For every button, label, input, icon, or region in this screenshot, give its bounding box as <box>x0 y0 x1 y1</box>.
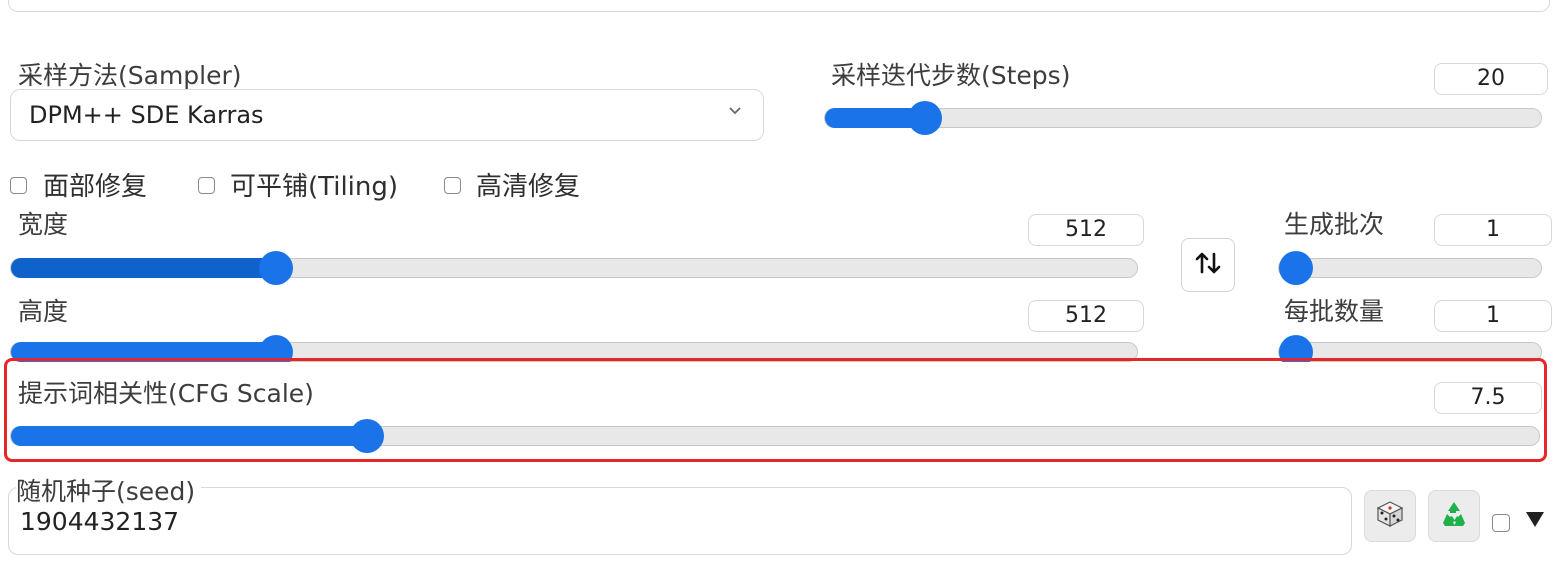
width-label: 宽度 <box>18 210 69 239</box>
batch-count-number-input[interactable]: 1 <box>1434 214 1552 246</box>
width-slider[interactable] <box>10 251 1138 285</box>
steps-slider[interactable] <box>824 101 1542 135</box>
triangle-down-icon[interactable] <box>1524 508 1546 534</box>
prompt-box-partial[interactable] <box>8 0 1550 12</box>
batch-count-slider[interactable] <box>1278 251 1542 285</box>
hires-fix-checkbox[interactable] <box>444 177 461 194</box>
seed-label: 随机种子(seed) <box>16 472 202 508</box>
width-slider-fill <box>11 258 276 278</box>
chevron-down-icon <box>727 103 743 124</box>
swap-dimensions-button[interactable] <box>1181 238 1235 292</box>
face-restore-label: 面部修复 <box>43 172 148 202</box>
sampler-label: 采样方法(Sampler) <box>18 61 242 90</box>
tiling-checkbox[interactable] <box>198 177 215 194</box>
width-slider-thumb[interactable] <box>259 251 293 285</box>
reuse-seed-button[interactable] <box>1428 490 1480 542</box>
height-label: 高度 <box>18 297 69 326</box>
sampler-value: DPM++ SDE Karras <box>29 101 264 129</box>
random-seed-button[interactable] <box>1364 490 1416 542</box>
hires-fix-label: 高清修复 <box>476 172 581 202</box>
steps-number-input[interactable]: 20 <box>1434 63 1548 95</box>
highlight-annotation-box <box>4 358 1547 462</box>
recycle-icon <box>1439 499 1469 533</box>
height-number-input[interactable]: 512 <box>1028 300 1144 332</box>
steps-label: 采样迭代步数(Steps) <box>831 61 1071 90</box>
seed-value: 1904432137 <box>20 507 180 536</box>
tiling-label: 可平铺(Tiling) <box>230 172 399 202</box>
batch-count-label: 生成批次 <box>1284 210 1385 239</box>
batch-size-label: 每批数量 <box>1284 297 1385 326</box>
extra-seed-checkbox[interactable] <box>1492 514 1510 532</box>
steps-slider-thumb[interactable] <box>908 101 942 135</box>
dice-icon <box>1375 499 1405 533</box>
batch-size-number-input[interactable]: 1 <box>1434 300 1552 332</box>
batch-count-slider-thumb[interactable] <box>1279 251 1313 285</box>
face-restore-checkbox[interactable] <box>10 177 27 194</box>
width-number-input[interactable]: 512 <box>1028 214 1144 246</box>
sampler-select[interactable]: DPM++ SDE Karras <box>10 89 764 141</box>
seed-input[interactable] <box>8 487 1352 555</box>
swap-arrows-icon <box>1194 250 1222 280</box>
